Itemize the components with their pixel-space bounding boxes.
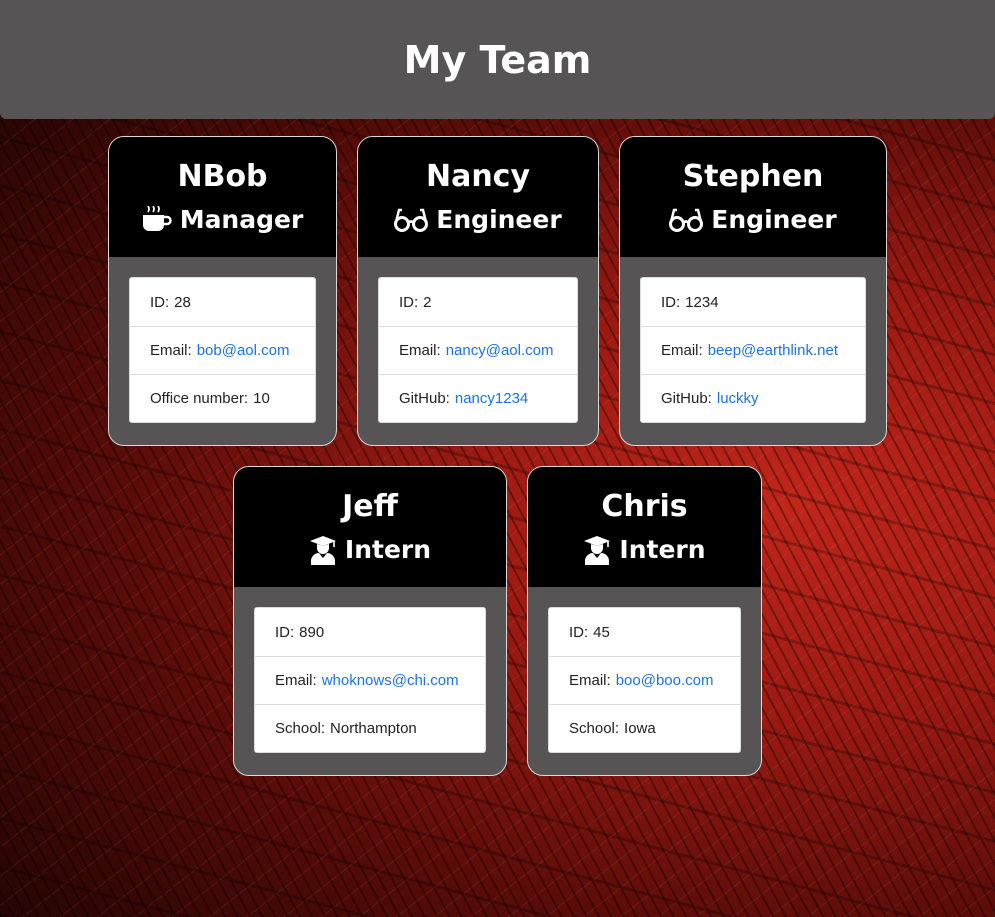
employee-card-engineer: Stephen Engineer ID: 1234 Email: beep@ea… [619, 136, 887, 446]
email-label: Email: [399, 342, 441, 359]
employee-card-engineer: Nancy Engineer ID: 2 Email: nancy@aol.co… [357, 136, 599, 446]
office-number-row: Office number: 10 [130, 374, 315, 422]
page-header: My Team [0, 0, 995, 119]
id-row: ID: 2 [379, 278, 577, 326]
email-label: Email: [150, 342, 192, 359]
role-label: Engineer [711, 205, 837, 234]
email-row: Email: boo@boo.com [549, 656, 740, 704]
glasses-icon [669, 207, 704, 233]
card-body: ID: 1234 Email: beep@earthlink.net GitHu… [620, 257, 886, 443]
school-value: Northampton [330, 720, 417, 737]
id-row: ID: 1234 [641, 278, 865, 326]
page-title: My Team [403, 37, 592, 82]
role-label: Intern [619, 535, 706, 564]
info-list: ID: 1234 Email: beep@earthlink.net GitHu… [640, 277, 866, 423]
id-label: ID: [661, 293, 681, 311]
id-value: 45 [593, 623, 610, 641]
email-row: Email: whoknows@chi.com [255, 656, 485, 704]
card-header: Nancy Engineer [358, 137, 598, 257]
school-value: Iowa [624, 720, 656, 737]
email-link[interactable]: beep@earthlink.net [708, 342, 838, 359]
employee-role: Intern [583, 533, 706, 567]
id-label: ID: [275, 623, 295, 641]
github-label: GitHub: [661, 390, 712, 407]
office-number-label: Office number: [150, 390, 249, 407]
id-row: ID: 45 [549, 608, 740, 656]
role-label: Engineer [436, 205, 562, 234]
employee-name: NBob [177, 159, 268, 194]
graduate-icon [309, 535, 337, 565]
id-row: ID: 28 [130, 278, 315, 326]
email-label: Email: [275, 672, 317, 689]
id-label: ID: [399, 293, 419, 311]
employee-card-intern: Jeff Intern ID: 890 Email: whoknows@chi.… [233, 466, 507, 776]
id-row: ID: 890 [255, 608, 485, 656]
card-header: Chris Intern [528, 467, 761, 587]
id-label: ID: [150, 293, 170, 311]
card-body: ID: 890 Email: whoknows@chi.com School: … [234, 587, 506, 773]
id-value: 1234 [685, 293, 719, 311]
school-row: School: Iowa [549, 704, 740, 752]
glasses-icon [394, 207, 429, 233]
email-label: Email: [569, 672, 611, 689]
employee-role: Engineer [394, 203, 562, 237]
school-label: School: [569, 720, 620, 737]
graduate-icon [583, 535, 611, 565]
card-body: ID: 2 Email: nancy@aol.com GitHub: nancy… [358, 257, 598, 443]
employee-role: Manager [142, 203, 304, 237]
employee-name: Nancy [425, 159, 531, 194]
info-list: ID: 28 Email: bob@aol.com Office number:… [129, 277, 316, 423]
id-value: 28 [174, 293, 191, 311]
school-label: School: [275, 720, 326, 737]
role-label: Manager [179, 205, 304, 234]
employee-name: Chris [601, 489, 688, 524]
email-row: Email: nancy@aol.com [379, 326, 577, 374]
info-list: ID: 890 Email: whoknows@chi.com School: … [254, 607, 486, 753]
employee-name: Stephen [682, 159, 824, 194]
email-link[interactable]: whoknows@chi.com [322, 672, 459, 689]
email-row: Email: beep@earthlink.net [641, 326, 865, 374]
email-link[interactable]: boo@boo.com [616, 672, 714, 689]
card-body: ID: 45 Email: boo@boo.com School: Iowa [528, 587, 761, 773]
github-link[interactable]: nancy1234 [455, 390, 528, 407]
employee-card-manager: NBob Manager ID: 28 Email: bob@aol.com O… [108, 136, 337, 446]
email-link[interactable]: nancy@aol.com [446, 342, 554, 359]
github-link[interactable]: luckky [717, 390, 759, 407]
email-row: Email: bob@aol.com [130, 326, 315, 374]
email-link[interactable]: bob@aol.com [197, 342, 290, 359]
office-number-value: 10 [253, 390, 270, 407]
role-label: Intern [344, 535, 432, 564]
id-value: 890 [299, 623, 325, 641]
info-list: ID: 45 Email: boo@boo.com School: Iowa [548, 607, 741, 753]
employee-role: Engineer [669, 203, 837, 237]
id-value: 2 [423, 293, 432, 311]
employee-role: Intern [309, 533, 431, 567]
github-label: GitHub: [399, 390, 450, 407]
card-body: ID: 28 Email: bob@aol.com Office number:… [109, 257, 336, 443]
coffee-icon [142, 206, 172, 234]
card-header: Jeff Intern [234, 467, 506, 587]
info-list: ID: 2 Email: nancy@aol.com GitHub: nancy… [378, 277, 578, 423]
id-label: ID: [569, 623, 589, 641]
employee-card-intern: Chris Intern ID: 45 Email: boo@boo.com S… [527, 466, 762, 776]
card-header: NBob Manager [109, 137, 336, 257]
card-header: Stephen Engineer [620, 137, 886, 257]
github-row: GitHub: nancy1234 [379, 374, 577, 422]
school-row: School: Northampton [255, 704, 485, 752]
email-label: Email: [661, 342, 703, 359]
employee-name: Jeff [342, 489, 398, 524]
github-row: GitHub: luckky [641, 374, 865, 422]
